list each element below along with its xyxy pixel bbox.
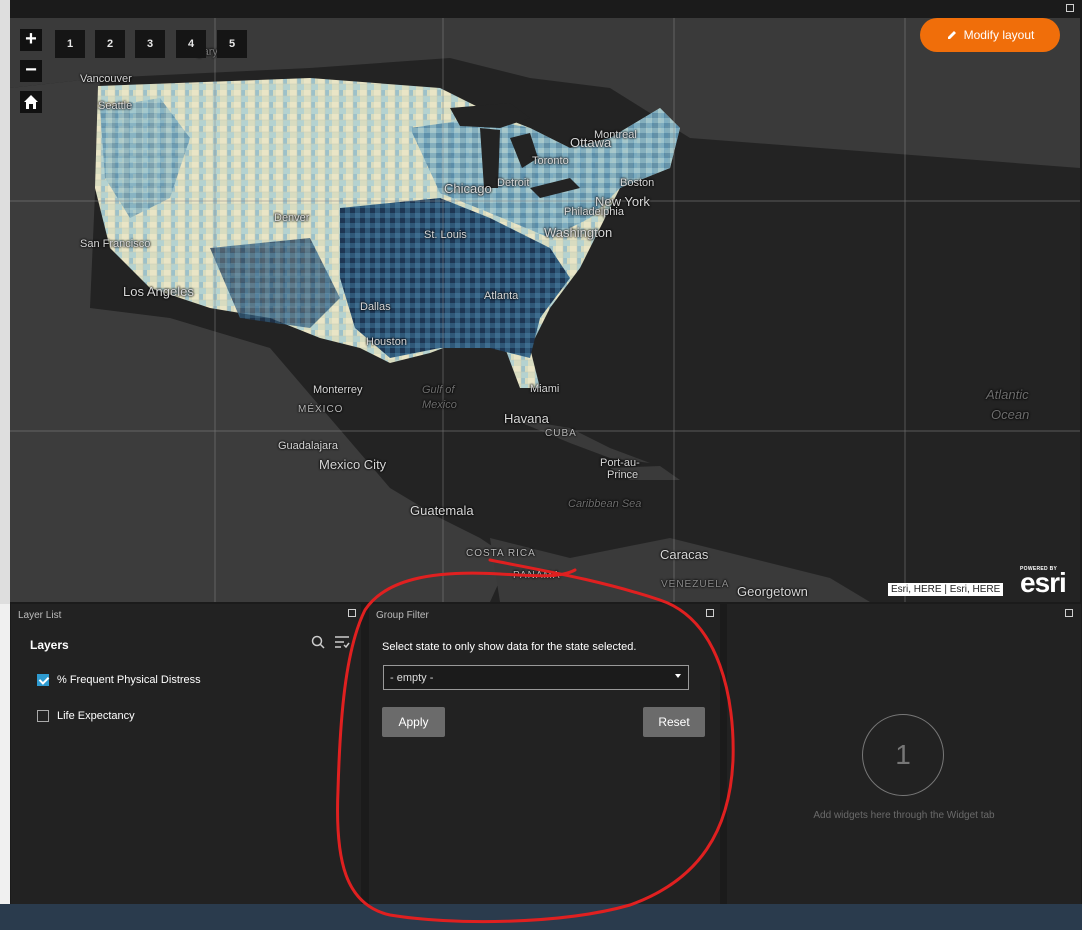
filter-list-icon[interactable] (334, 635, 350, 649)
layers-heading: Layers (30, 638, 69, 652)
map-label: PANAMA (513, 570, 561, 581)
bookmark-3[interactable]: 3 (135, 30, 165, 58)
apply-button[interactable]: Apply (382, 707, 445, 737)
left-edge (0, 0, 10, 904)
map-label: VENEZUELA (661, 579, 730, 590)
maximize-icon[interactable] (706, 609, 714, 617)
maximize-icon[interactable] (1066, 4, 1074, 12)
map-label: Washington (544, 225, 613, 240)
checkbox-checked[interactable] (37, 674, 49, 686)
map-attribution: Esri, HERE | Esri, HERE (888, 583, 1004, 596)
map-label: Monterrey (313, 384, 363, 396)
layer-label: % Frequent Physical Distress (57, 674, 201, 686)
map-label: COSTA RICA (466, 548, 536, 559)
layer-item[interactable]: % Frequent Physical Distress (37, 674, 201, 686)
reset-button[interactable]: Reset (643, 707, 705, 737)
map-label: Chicago (444, 181, 492, 196)
map-label: Ottawa (570, 135, 612, 150)
dropdown-arrow-icon (675, 674, 681, 678)
map-label: Caracas (660, 547, 709, 562)
map-label: Philadelphia (564, 206, 624, 218)
map-label: Guadalajara (278, 440, 338, 452)
checkbox-unchecked[interactable] (37, 710, 49, 722)
home-button[interactable] (20, 91, 42, 113)
bookmark-2[interactable]: 2 (95, 30, 125, 58)
state-select[interactable]: - empty - (383, 665, 689, 690)
maximize-icon[interactable] (1065, 609, 1073, 617)
zoom-out-button[interactable]: − (20, 60, 42, 82)
panel-title: Layer List (18, 610, 62, 621)
home-icon (24, 95, 38, 109)
map-label: Mexico (422, 399, 457, 411)
esri-wordmark: esri (1020, 567, 1067, 598)
panel-title: Group Filter (376, 610, 429, 621)
map-label: St. Louis (424, 229, 467, 241)
map-label: Gulf of (422, 384, 455, 396)
group-filter-panel: Group Filter Select state to only show d… (369, 604, 720, 904)
map-label: Prince (607, 469, 639, 481)
maximize-icon[interactable] (348, 609, 356, 617)
layer-list-panel: Layer List Layers % Frequent Physical Di… (11, 604, 361, 904)
map-label: Havana (504, 411, 549, 426)
map-label: Denver (274, 212, 310, 224)
placeholder-text: Add widgets here through the Widget tab (813, 810, 995, 821)
map-label: Atlantic (986, 387, 1029, 402)
map-label: MÉXICO (298, 404, 344, 415)
map-label: Atlanta (484, 290, 519, 302)
map-label: Houston (366, 336, 407, 348)
map-label: Ocean (991, 407, 1030, 422)
filter-description: Select state to only show data for the s… (382, 641, 637, 653)
modify-layout-button[interactable]: Modify layout (920, 18, 1060, 52)
bookmark-5[interactable]: 5 (217, 30, 247, 58)
map-label: Port-au- (600, 457, 640, 469)
map-label: Guatemala (410, 503, 474, 518)
map-label: Caribbean Sea (568, 498, 642, 510)
widget-placeholder-panel: 1 Add widgets here through the Widget ta… (727, 604, 1081, 904)
placeholder-number[interactable]: 1 (862, 714, 944, 796)
map-view[interactable]: Vancouver Seattle Calgary Montreal Ottaw… (10, 18, 1080, 602)
bookmark-4[interactable]: 4 (176, 30, 206, 58)
map-label: San Francisco (80, 238, 151, 250)
layer-label: Life Expectancy (57, 710, 135, 722)
map-label: CUBA (545, 428, 577, 439)
map-label: Boston (620, 177, 655, 189)
map-label: Miami (530, 383, 560, 395)
esri-logo: POWERED BY esri (1020, 566, 1067, 598)
taskbar (0, 904, 1082, 930)
layer-item[interactable]: Life Expectancy (37, 710, 135, 722)
map-label: Georgetown (737, 584, 808, 599)
zoom-in-button[interactable]: + (20, 29, 42, 51)
bookmark-1[interactable]: 1 (55, 30, 85, 58)
search-icon[interactable] (311, 635, 325, 649)
map-label: Detroit (497, 177, 530, 189)
modify-layout-label: Modify layout (963, 28, 1035, 42)
state-select-value: - empty - (390, 671, 434, 684)
map-label: Seattle (98, 100, 133, 112)
map-label: Vancouver (80, 73, 132, 85)
map-label: Toronto (532, 155, 569, 167)
map-basemap (10, 18, 1080, 602)
map-label: Dallas (360, 301, 391, 313)
pencil-icon (947, 31, 956, 39)
map-label: Los Angeles (123, 284, 194, 299)
map-label: Mexico City (319, 457, 387, 472)
